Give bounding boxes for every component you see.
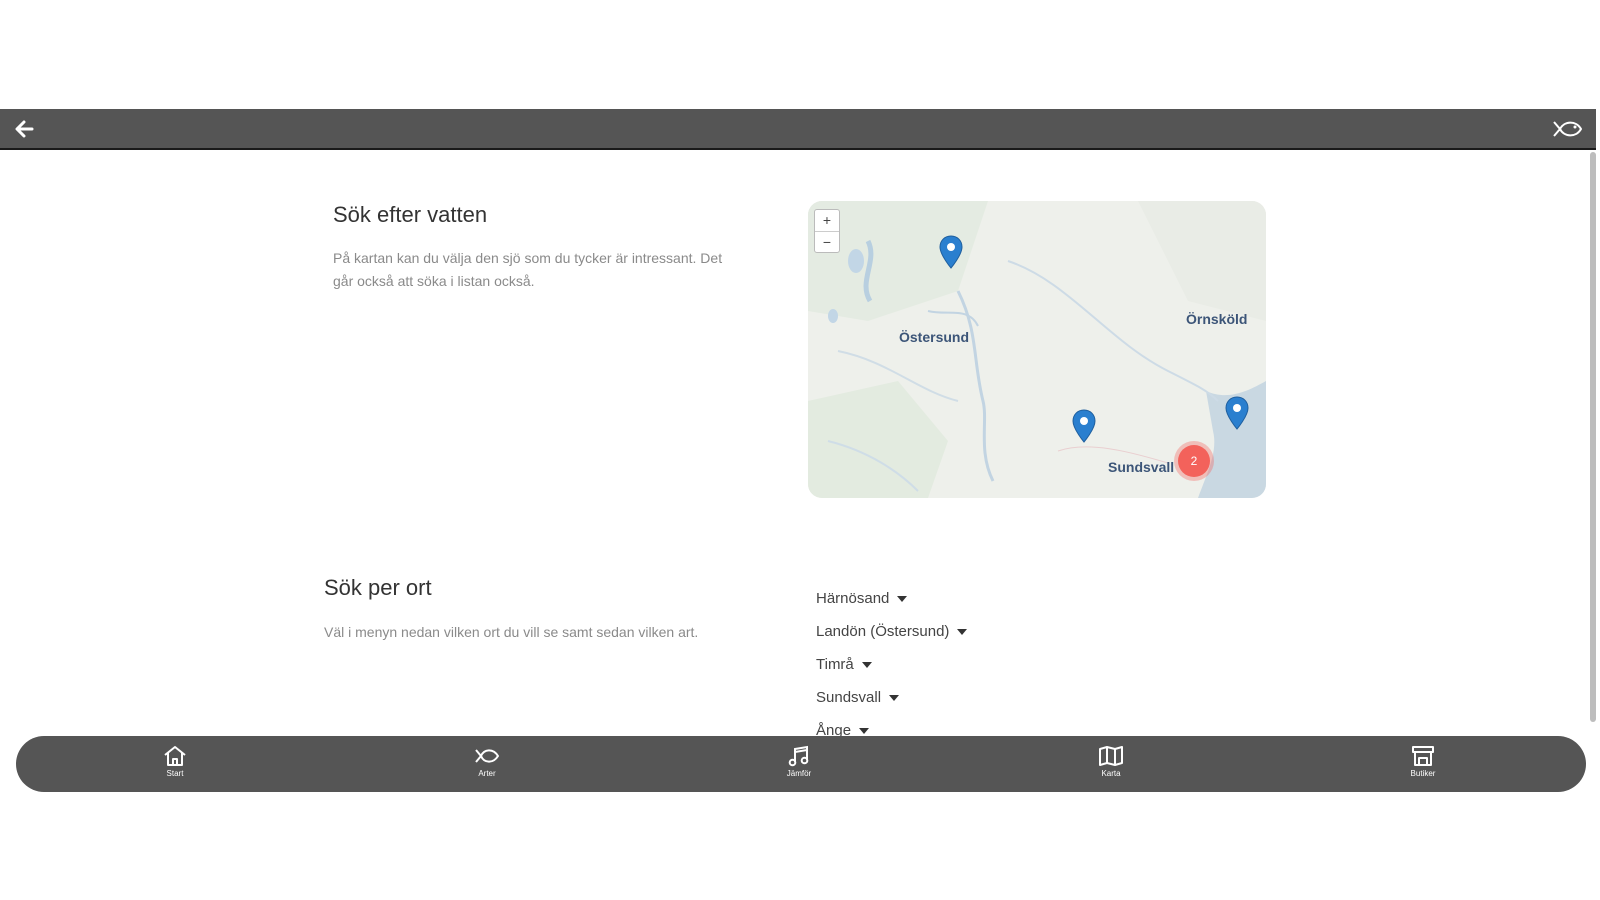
nav-start[interactable]: Start <box>135 744 215 778</box>
store-icon <box>1412 746 1434 766</box>
fish-icon[interactable] <box>1550 117 1584 141</box>
search-water-title: Sök efter vatten <box>333 202 488 227</box>
zoom-out-button[interactable]: − <box>815 232 839 253</box>
music-note-icon <box>788 745 809 767</box>
fish-icon <box>475 749 499 763</box>
place-dropdown-sundsvall[interactable]: Sundsvall <box>816 687 967 720</box>
city-label-sundsvall: Sundsvall <box>1108 459 1175 475</box>
nav-jamfor[interactable]: Jämför <box>759 744 839 778</box>
nav-arter[interactable]: Arter <box>447 744 527 778</box>
nav-butiker[interactable]: Butiker <box>1383 744 1463 778</box>
scrollbar[interactable] <box>1590 152 1596 722</box>
zoom-control: + − <box>814 209 840 253</box>
back-arrow-icon[interactable] <box>12 118 36 140</box>
map-pin-icon[interactable] <box>939 235 963 269</box>
place-dropdown-timra[interactable]: Timrå <box>816 654 967 687</box>
zoom-in-button[interactable]: + <box>815 210 839 232</box>
map-pin-icon[interactable] <box>1225 396 1249 430</box>
map-cluster-marker[interactable]: 2 <box>1178 445 1210 477</box>
caret-down-icon <box>861 662 872 669</box>
caret-down-icon <box>859 728 870 735</box>
search-place-title: Sök per ort <box>324 575 432 600</box>
place-dropdown-harnosand[interactable]: Härnösand <box>816 588 967 621</box>
place-dropdown-list: Härnösand Landön (Östersund) Timrå Sunds… <box>816 588 968 753</box>
caret-down-icon <box>889 695 900 702</box>
caret-down-icon <box>957 629 968 636</box>
place-dropdown-landon[interactable]: Landön (Östersund) <box>816 621 968 654</box>
search-water-description: På kartan kan du välja den sjö som du ty… <box>333 250 723 289</box>
map-pin-icon[interactable] <box>1072 409 1096 443</box>
bottom-navigation: Start Arter Jämför Karta Butiker <box>16 736 1586 792</box>
city-label-ornskoldsvik: Örnsköld <box>1186 311 1248 327</box>
top-app-bar <box>0 109 1596 150</box>
city-label-ostersund: Östersund <box>899 329 970 345</box>
caret-down-icon <box>897 596 908 603</box>
map-view[interactable]: + − Östersund Örnsköld Sundsvall 2 <box>808 201 1266 498</box>
map-icon <box>1099 746 1123 766</box>
search-place-description: Väl i menyn nedan vilken ort du vill se … <box>324 624 699 640</box>
home-icon <box>164 746 186 766</box>
nav-karta[interactable]: Karta <box>1071 744 1151 778</box>
